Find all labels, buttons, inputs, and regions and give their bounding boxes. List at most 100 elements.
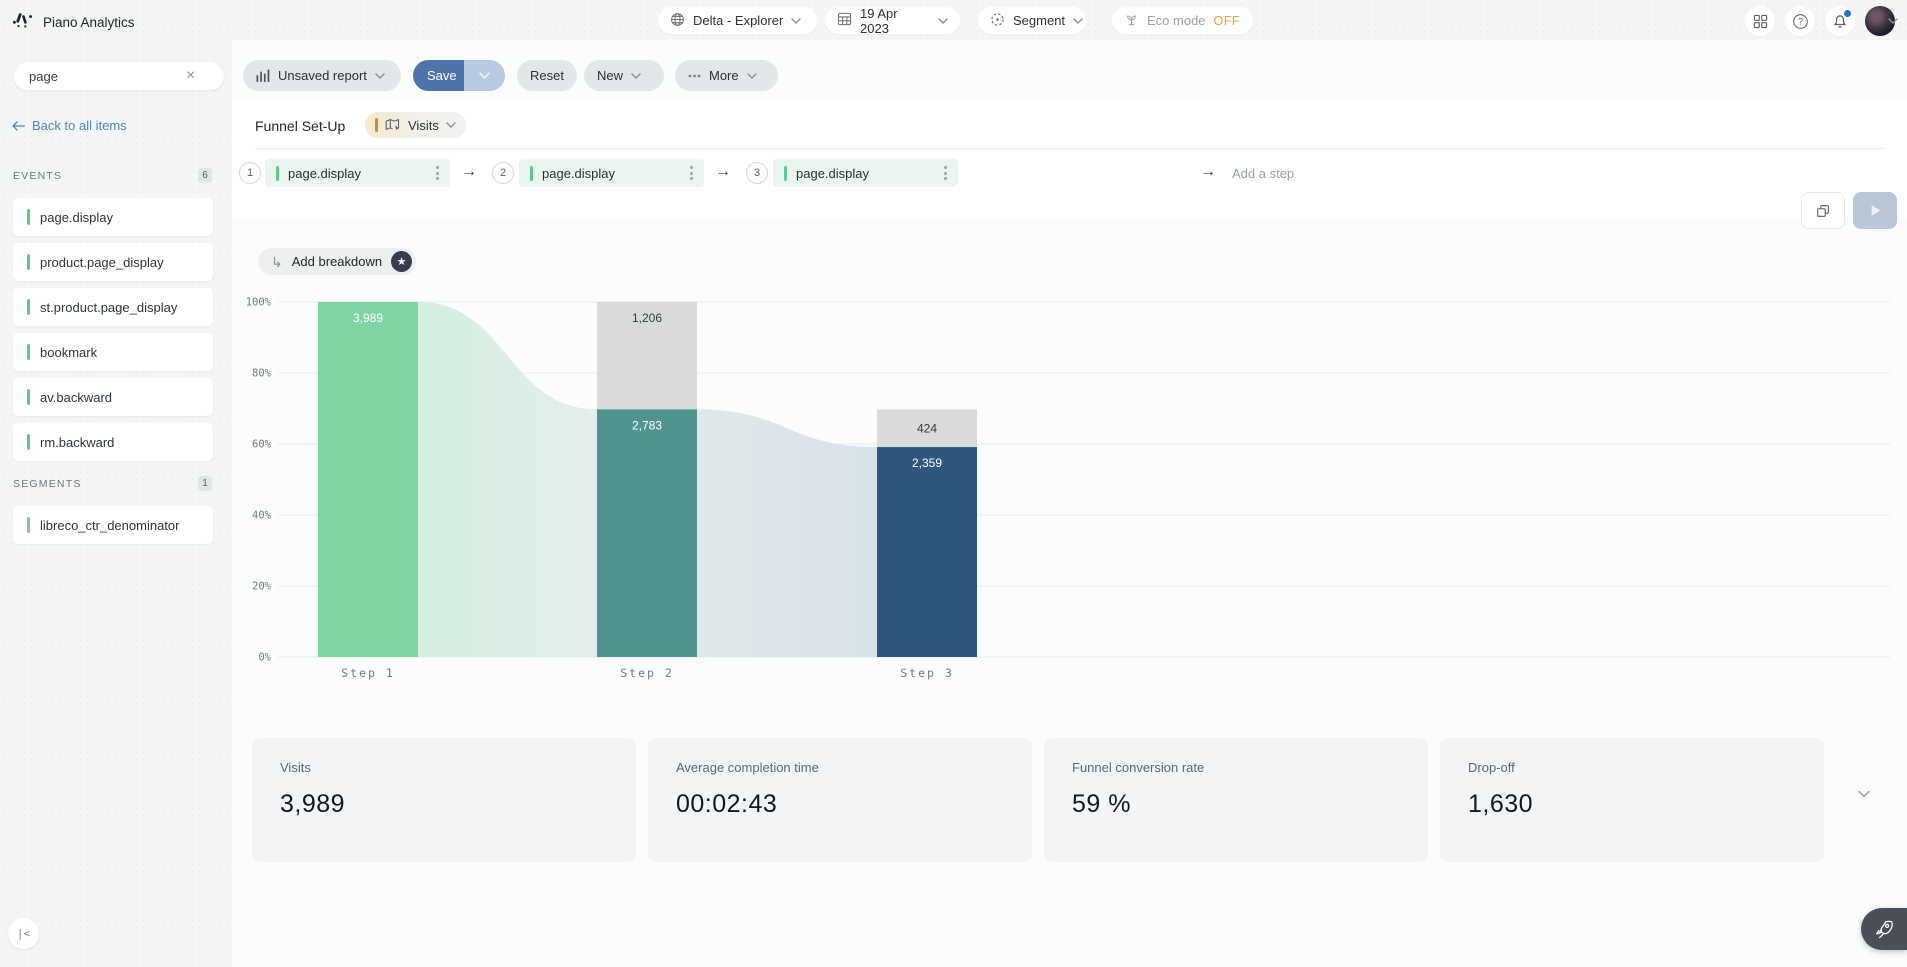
funnel-step-3[interactable]: page.display [773, 159, 958, 187]
event-accent-bar [27, 299, 30, 315]
date-picker-label: 19 Apr 2023 [860, 5, 898, 36]
svg-text:1,206: 1,206 [632, 311, 662, 325]
kpi-label: Visits [280, 760, 311, 775]
step-accent-bar [784, 165, 787, 181]
step-number-3: 3 [746, 162, 768, 184]
step-menu-icon[interactable] [933, 166, 958, 180]
event-item[interactable]: st.product.page_display [13, 288, 213, 326]
chevron-down-icon [746, 72, 757, 79]
segment-accent-bar [27, 517, 30, 533]
apps-grid-button[interactable] [1745, 6, 1775, 36]
branch-arrow-icon: ↳ [271, 253, 283, 270]
segment-picker[interactable]: Segment [978, 7, 1086, 34]
svg-text:80%: 80% [252, 368, 272, 380]
segment-picker-label: Segment [1013, 13, 1066, 28]
funnel-setup-panel: Funnel Set-Up Visits 1 page.display → 2 [232, 100, 1907, 229]
svg-text:40%: 40% [252, 510, 272, 522]
step-menu-icon[interactable] [679, 166, 704, 180]
more-button[interactable]: More [675, 60, 778, 91]
svg-text:2,359: 2,359 [912, 456, 942, 470]
app-title: Piano Analytics [43, 14, 135, 30]
collapse-cards-chevron-icon[interactable] [1858, 790, 1870, 798]
add-breakdown-label: Add breakdown [291, 254, 383, 269]
new-button[interactable]: New [584, 60, 664, 91]
event-item[interactable]: av.backward [13, 378, 213, 416]
step-number-2: 2 [492, 162, 514, 184]
chevron-down-icon [1073, 17, 1083, 24]
duplicate-button[interactable] [1801, 192, 1845, 229]
event-accent-bar [27, 209, 30, 225]
event-item[interactable]: bookmark [13, 333, 213, 371]
reset-button-label: Reset [530, 68, 564, 83]
funnel-step-1[interactable]: page.display [265, 159, 450, 187]
event-label: av.backward [40, 389, 113, 405]
search-input[interactable] [14, 68, 186, 84]
assistant-launcher-button[interactable] [1861, 908, 1907, 950]
arrow-right-icon: → [715, 163, 731, 180]
event-accent-bar [27, 344, 30, 360]
save-button[interactable]: Save [413, 60, 471, 91]
back-to-all-items-link[interactable]: Back to all items [12, 118, 127, 133]
chevron-down-icon [791, 17, 802, 24]
step-number-1: 1 [239, 162, 261, 184]
help-button[interactable]: ? [1785, 6, 1815, 36]
event-item[interactable]: product.page_display [13, 243, 213, 281]
svg-text:Step 1: Step 1 [341, 666, 395, 680]
svg-text:3,989: 3,989 [353, 311, 383, 325]
chevron-down-icon [938, 17, 948, 24]
new-button-label: New [597, 68, 624, 83]
segments-section-header: SEGMENTS 1 [13, 476, 212, 491]
divider [255, 148, 1884, 149]
save-button-label: Save [427, 68, 457, 83]
collapse-sidebar-button[interactable]: |< [8, 918, 39, 949]
report-name-dropdown[interactable]: Unsaved report [243, 60, 401, 91]
step-event-label: page.display [542, 165, 615, 181]
user-menu-chevron-icon[interactable] [1888, 18, 1898, 24]
notifications-button[interactable] [1825, 6, 1855, 36]
site-picker[interactable]: Delta - Explorer [658, 7, 817, 34]
event-label: product.page_display [40, 254, 164, 270]
step-menu-icon[interactable] [425, 166, 450, 180]
metric-label: Visits [408, 117, 439, 133]
save-options-button[interactable] [464, 60, 505, 91]
event-item[interactable]: page.display [13, 198, 213, 236]
run-funnel-button[interactable] [1853, 192, 1897, 229]
top-bar: Piano Analytics Delta - Explorer 19 Apr … [0, 0, 1907, 40]
kpi-value: 00:02:43 [676, 790, 778, 818]
svg-text:60%: 60% [252, 439, 272, 451]
segment-item[interactable]: libreco_ctr_denominator [13, 506, 213, 544]
metric-selector[interactable]: Visits [365, 112, 466, 138]
piano-analytics-app: Piano Analytics Delta - Explorer 19 Apr … [0, 0, 1907, 967]
eco-mode-toggle[interactable]: Eco mode OFF [1112, 7, 1253, 34]
kpi-label: Funnel conversion rate [1072, 760, 1205, 775]
clear-search-icon[interactable]: × [186, 68, 195, 84]
kpi-card-drop-off: Drop-off 1,630 [1440, 738, 1824, 862]
eco-mode-state: OFF [1213, 13, 1241, 28]
step-event-label: page.display [796, 165, 869, 181]
main-content: Unsaved report Save Reset New More Funne… [232, 40, 1907, 967]
svg-text:Step 3: Step 3 [900, 666, 954, 680]
brand: Piano Analytics [12, 9, 135, 35]
event-accent-bar [27, 434, 30, 450]
piano-analytics-logo-icon [12, 9, 33, 35]
event-label: bookmark [40, 344, 98, 360]
funnel-step-2[interactable]: page.display [519, 159, 704, 187]
add-step-button[interactable]: Add a step [1232, 166, 1294, 181]
add-breakdown-button[interactable]: ↳ Add breakdown ★ [258, 248, 417, 275]
kpi-value: 3,989 [280, 790, 346, 818]
map-icon [385, 118, 400, 131]
events-count-badge: 6 [198, 168, 212, 183]
sidebar: × Back to all items EVENTS 6 page.displa… [0, 40, 232, 967]
premium-star-icon: ★ [391, 251, 413, 272]
reset-button[interactable]: Reset [517, 60, 577, 91]
funnel-chart: 0% 20% 40% 60% 80% 100% 3,989 Step 1 1,206 2,783 S… [240, 296, 1898, 688]
date-picker[interactable]: 19 Apr 2023 [825, 5, 960, 36]
svg-text:0%: 0% [258, 652, 271, 664]
kpi-value: 59 % [1072, 790, 1131, 818]
svg-text:100%: 100% [246, 297, 272, 309]
event-item[interactable]: rm.backward [13, 423, 213, 461]
svg-text:20%: 20% [252, 581, 272, 593]
svg-text:424: 424 [917, 422, 937, 436]
arrow-right-icon: → [461, 163, 477, 180]
funnel-chart-svg: 0% 20% 40% 60% 80% 100% 3,989 Step 1 1,206 2,783 S… [246, 297, 1890, 680]
